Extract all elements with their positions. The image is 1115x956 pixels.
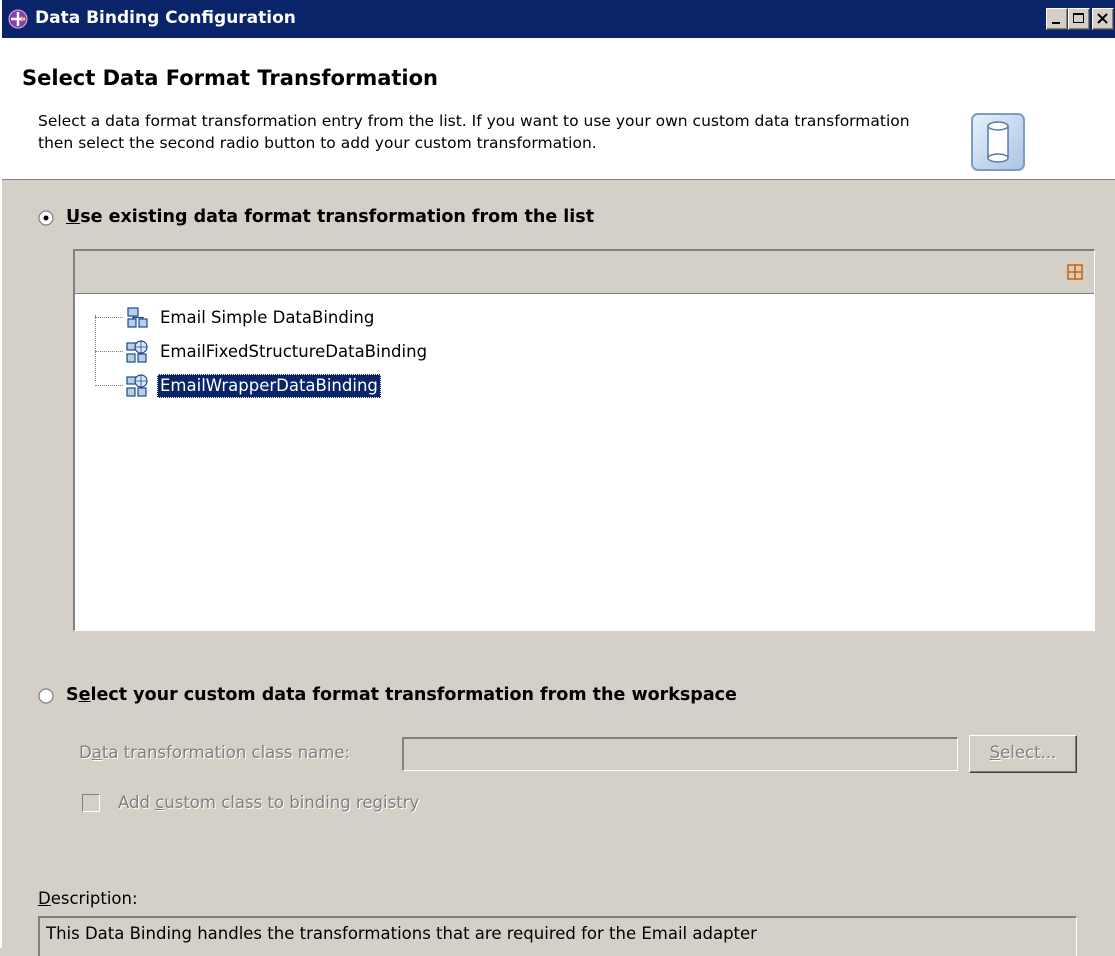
databinding-icon <box>127 307 148 328</box>
gear-plus-icon <box>8 9 28 29</box>
tree-connector <box>95 315 97 381</box>
radio-select-custom-label: Select your custom data format transform… <box>66 685 737 705</box>
databinding-globe-icon <box>126 374 148 397</box>
databinding-globe-icon <box>126 340 148 363</box>
expand-all-icon[interactable] <box>1066 263 1084 281</box>
tree-connector <box>95 351 123 353</box>
page-title: Select Data Format Transformation <box>22 66 438 90</box>
tree-item-label: EmailFixedStructureDataBinding <box>160 342 428 361</box>
close-icon <box>1097 13 1108 24</box>
tree-toolbar <box>75 251 1094 294</box>
select-button[interactable]: Select... <box>969 735 1077 773</box>
tree-connector <box>95 385 123 387</box>
close-button[interactable] <box>1092 8 1114 30</box>
window-title: Data Binding Configuration <box>35 8 296 28</box>
class-name-input[interactable] <box>402 737 958 771</box>
minimize-button[interactable] <box>1046 8 1068 30</box>
transformation-tree[interactable]: Email Simple DataBinding EmailFixedStruc… <box>73 249 1095 631</box>
data-binding-dialog: Data Binding Configuration Select Data F… <box>0 0 1115 956</box>
radio-unselected-icon <box>38 688 54 704</box>
tree-connector <box>95 317 123 319</box>
radio-selected-icon <box>38 210 54 226</box>
minimize-icon <box>1052 22 1060 24</box>
title-bar[interactable]: Data Binding Configuration <box>2 0 1115 38</box>
tree-item-label: Email Simple DataBinding <box>160 308 375 327</box>
wizard-header: Select Data Format Transformation Select… <box>2 38 1115 180</box>
tree-item-label-selected: EmailWrapperDataBinding <box>157 374 381 398</box>
radio-use-existing-label: Use existing data format transformation … <box>66 207 595 227</box>
description-text: This Data Binding handles the transforma… <box>38 916 1077 956</box>
maximize-icon <box>1073 13 1084 23</box>
page-description: Select a data format transformation entr… <box>38 112 910 152</box>
add-to-registry-label: Add custom class to binding registry <box>118 793 420 812</box>
checkbox-box[interactable] <box>82 794 100 812</box>
database-cylinder-icon <box>971 113 1025 171</box>
maximize-button[interactable] <box>1068 8 1090 30</box>
class-name-label: Data transformation class name: <box>79 743 351 762</box>
description-label: Description: <box>38 889 138 908</box>
